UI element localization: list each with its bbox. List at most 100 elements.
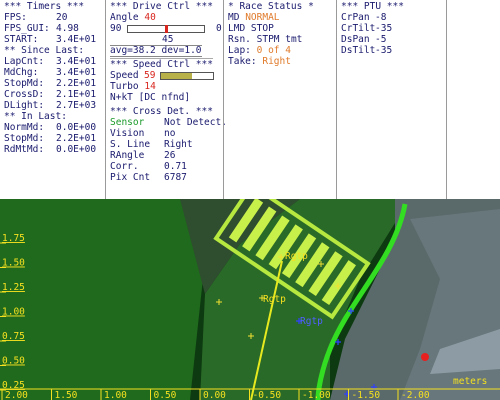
fps-gui-value: 4.98	[56, 23, 79, 34]
md-label: MD	[228, 12, 240, 23]
crossd-value: 2.1E+01	[56, 89, 97, 100]
ptu-value: -8	[375, 12, 387, 23]
telemetry-panel: *** Timers *** FPS: 20 FPS_GUI: 4.98 START…	[0, 0, 500, 199]
y-tick-label: 0.50	[2, 356, 25, 367]
cross-value: Not Detect.	[164, 117, 227, 128]
timers-panel: *** Timers *** FPS: 20 FPS_GUI: 4.98 START…	[0, 0, 105, 199]
grass-region	[0, 199, 205, 400]
drive-title: *** Drive Ctrl ***	[110, 1, 213, 12]
x-tick-label: -2.00	[401, 390, 430, 400]
rsn-row: Rsn. STPM tmt	[228, 34, 302, 45]
x-tick-label: 0.50	[154, 390, 177, 400]
mdchg-value: 3.4E+01	[56, 67, 97, 78]
x-tick-label: 1.50	[55, 390, 78, 400]
cross-label: RAngle	[110, 150, 145, 161]
turbo-row: Turbo 14	[110, 81, 156, 92]
turbo-label: Turbo	[110, 81, 139, 92]
ptu-label: CrTilt	[341, 23, 376, 34]
angle-slider[interactable]	[127, 25, 205, 33]
cross-label: Pix Cnt	[110, 172, 151, 183]
slider-value: 45	[162, 34, 174, 45]
start-label: START:	[4, 34, 39, 45]
y-tick-label: 0.75	[2, 331, 25, 342]
take-row: Take: Right	[228, 56, 291, 67]
angle-row: Angle 40	[110, 12, 156, 23]
in-last-heading: ** In Last:	[4, 111, 67, 122]
cross-value: no	[164, 128, 176, 139]
slider-min-label: 90	[110, 23, 122, 34]
slider-max-label: 0	[216, 23, 222, 34]
cross-label: Sensor	[110, 117, 145, 128]
speed-title: *** Speed Ctrl ***	[110, 58, 213, 70]
stopmd2-value: 2.2E+01	[56, 133, 97, 144]
unit-label: meters	[453, 376, 487, 387]
x-tick-label: 2.00	[5, 390, 28, 400]
y-tick-label: 1.00	[2, 307, 25, 318]
md-row: MD NORMAL	[228, 12, 280, 23]
stopmd2-label: StopMd:	[4, 133, 45, 144]
obstacle-marker	[421, 353, 429, 361]
ptu-value: -5	[375, 34, 387, 45]
lmd-row: LMD STOP	[228, 23, 274, 34]
cross-label: Vision	[110, 128, 145, 139]
y-tick-label: 1.25	[2, 282, 25, 293]
angle-slider-thumb[interactable]	[165, 25, 168, 33]
stopmd-label: StopMd:	[4, 78, 45, 89]
lap-label: Lap:	[228, 45, 251, 56]
cross-value: Right	[164, 139, 193, 150]
cross-label: Corr.	[110, 161, 139, 172]
lmd-label: LMD	[228, 23, 246, 34]
normmd-label: NormMd:	[4, 122, 45, 133]
nkt-status: N+kT [DC nfnd]	[110, 92, 191, 103]
y-tick-label: 1.50	[2, 258, 25, 269]
race-title: * Race Status *	[228, 1, 314, 12]
speed-label: Speed	[110, 70, 139, 81]
overhead-map: Rgtp Rgtp Rgtp 1.75 1.50 1.25 1.00 0.75 0.50 0…	[0, 199, 500, 400]
rdmtmd-value: 0.0E+00	[56, 144, 97, 155]
cross-value: 6787	[164, 172, 187, 183]
speed-bar-fill	[161, 73, 192, 79]
x-tick-label: -1.00	[302, 390, 331, 400]
marker-label: Rgtp	[300, 316, 323, 327]
take-label: Take:	[228, 56, 257, 67]
dlight-value: 2.7E+03	[56, 100, 97, 111]
lmd-value: STOP	[250, 23, 274, 34]
marker-label: Rgtp	[285, 251, 308, 262]
fps-gui-label: FPS_GUI:	[4, 23, 50, 34]
ptu-label: CrPan	[341, 12, 370, 23]
start-value: 3.4E+01	[56, 34, 97, 45]
angle-stats: avg=38.2 dev=1.0	[110, 45, 202, 57]
speed-value: 59	[144, 70, 156, 81]
lapcnt-label: LapCnt:	[4, 56, 45, 67]
lapcnt-value: 3.4E+01	[56, 56, 97, 67]
stopmd-value: 2.2E+01	[56, 78, 97, 89]
angle-label: Angle	[110, 12, 139, 23]
turbo-value: 14	[144, 81, 156, 92]
ptu-label: DsTilt	[341, 45, 376, 56]
cross-value: 26	[164, 150, 176, 161]
ptu-label: DsPan	[341, 34, 370, 45]
ptu-value: -35	[375, 45, 393, 56]
speed-bar	[160, 72, 214, 80]
dlight-label: DLight:	[4, 100, 45, 111]
drive-panel: *** Drive Ctrl *** Angle 40 90 0 45 avg=…	[106, 0, 227, 199]
lap-row: Lap: 0 of 4	[228, 45, 291, 56]
camera-view: Rgtp Rgtp Rgtp 1.75 1.50 1.25 1.00 0.75 0.50 0…	[0, 199, 500, 400]
x-tick-label: 0.00	[203, 390, 226, 400]
x-tick-label: -1.50	[352, 390, 381, 400]
rsn-label: Rsn.	[228, 34, 251, 45]
race-status-panel: * Race Status * MD NORMAL LMD STOP Rsn. …	[224, 0, 336, 199]
cross-title: *** Cross Det. ***	[110, 106, 213, 117]
marker-label: Rgtp	[263, 294, 286, 305]
since-last-heading: ** Since Last:	[4, 45, 85, 56]
y-tick-label: 1.75	[2, 233, 25, 244]
x-tick-label: 1.00	[104, 390, 127, 400]
lap-value: 0 of 4	[256, 45, 291, 56]
rdmtmd-label: RdMtMd:	[4, 144, 45, 155]
fps-label: FPS:	[4, 12, 27, 23]
ptu-value: -35	[375, 23, 393, 34]
normmd-value: 0.0E+00	[56, 122, 97, 133]
take-value: Right	[262, 56, 291, 67]
fps-value: 20	[56, 12, 68, 23]
x-tick-label: -0.50	[253, 390, 282, 400]
